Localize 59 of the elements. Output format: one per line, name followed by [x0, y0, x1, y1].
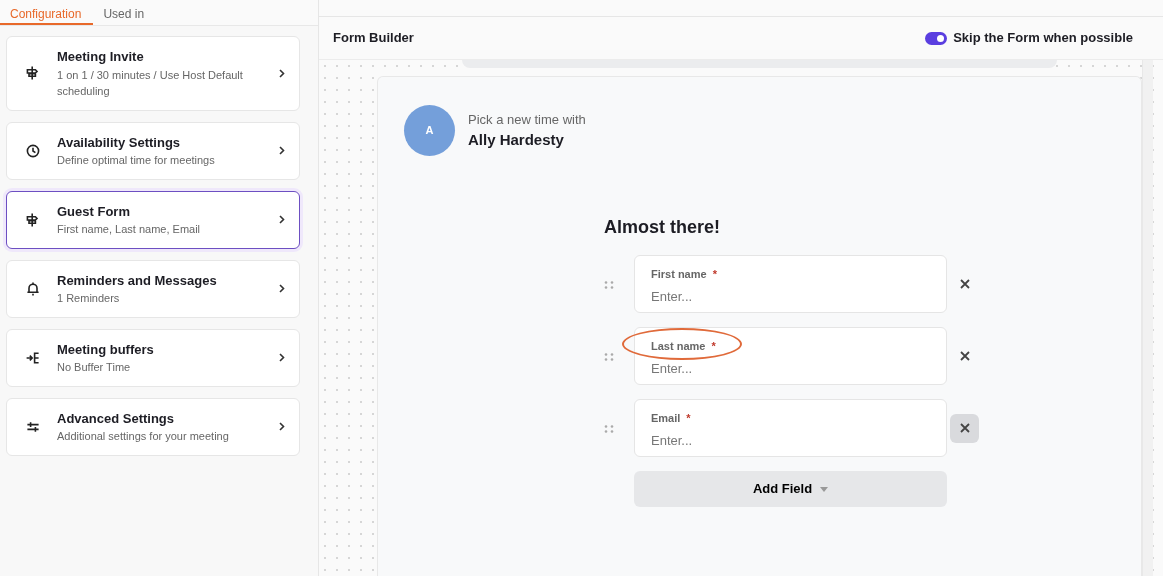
item-title: Guest Form: [57, 202, 131, 221]
form-field[interactable]: First name * Enter...: [634, 255, 947, 313]
chevron-right-icon: [279, 146, 285, 155]
input-field[interactable]: Enter...: [651, 430, 930, 450]
sidebar-item[interactable]: Meeting buffers No Buffer Time: [6, 328, 300, 387]
sidebar-item[interactable]: Availability Settings Define optimal time for meetings: [6, 121, 300, 180]
remove-field-button[interactable]: [950, 413, 979, 443]
item-subtitle: Define optimal time for meetings: [57, 153, 216, 168]
chevron-right-icon: [279, 284, 285, 293]
item-title: Reminders and Messages: [57, 271, 218, 290]
sidebar-item[interactable]: Advanced Settings Additional settings for your meeting: [6, 397, 300, 456]
item-subtitle: First name, Last name, Email: [57, 222, 202, 237]
drag-handle-icon[interactable]: [604, 424, 614, 433]
scrollbar[interactable]: [1142, 60, 1153, 576]
chevron-right-icon: [279, 422, 285, 431]
signpost-icon: [25, 211, 41, 228]
signpost-icon: [25, 65, 41, 82]
add-field-button[interactable]: Add Field: [634, 471, 947, 507]
chevron-right-icon: [279, 215, 285, 224]
chevron-right-icon: [279, 353, 285, 362]
close-icon: [959, 423, 970, 433]
field-label: Last name: [651, 339, 706, 354]
sidebar-item[interactable]: Meeting Invite 1 on 1 / 30 minutes / Use Host Default scheduling: [6, 36, 300, 111]
arrow-into-lines-icon: [25, 349, 41, 366]
caret-icon: [820, 486, 829, 492]
sidebar-item[interactable]: Reminders and Messages 1 Reminders: [6, 259, 300, 318]
panel-title: Form Builder: [333, 29, 414, 48]
input-field[interactable]: Enter...: [651, 358, 930, 378]
intro-text: Pick a new time with: [468, 110, 586, 129]
item-subtitle: 1 Reminders: [57, 291, 121, 306]
close-icon: [959, 279, 970, 289]
item-title: Meeting Invite: [57, 48, 145, 66]
host-name: Ally Hardesty: [468, 130, 565, 150]
required-mark: *: [712, 267, 717, 282]
drag-handle-icon[interactable]: [604, 280, 614, 289]
item-subtitle: Additional settings for your meeting: [57, 429, 230, 444]
item-subtitle: No Buffer Time: [57, 360, 132, 375]
form-field[interactable]: Email * Enter...: [634, 399, 947, 457]
item-title: Meeting buffers: [57, 340, 155, 359]
item-subtitle: 1 on 1 / 30 minutes / Use Host Default scheduling: [57, 67, 244, 99]
chevron-right-icon: [279, 68, 285, 78]
tab[interactable]: Used in: [93, 0, 157, 25]
avatar: A: [404, 105, 455, 156]
item-title: Availability Settings: [57, 133, 182, 152]
required-mark: *: [686, 411, 691, 426]
clock-icon: [25, 142, 41, 159]
input-field[interactable]: Enter...: [651, 286, 930, 306]
drag-handle-icon[interactable]: [604, 352, 614, 361]
sidebar-item[interactable]: Guest Form First name, Last name, Email: [6, 190, 300, 249]
field-label: Email: [651, 411, 681, 426]
close-icon: [959, 351, 970, 361]
skip-form-toggle[interactable]: [924, 31, 947, 45]
item-title: Advanced Settings: [57, 409, 176, 428]
bell-icon: [25, 280, 41, 297]
form-heading: Almost there!: [604, 216, 721, 239]
required-mark: *: [711, 339, 716, 354]
form-field[interactable]: Last name * Enter...: [634, 327, 947, 385]
field-label: First name: [651, 267, 707, 282]
toggle-label: Skip the Form when possible: [953, 29, 1133, 48]
